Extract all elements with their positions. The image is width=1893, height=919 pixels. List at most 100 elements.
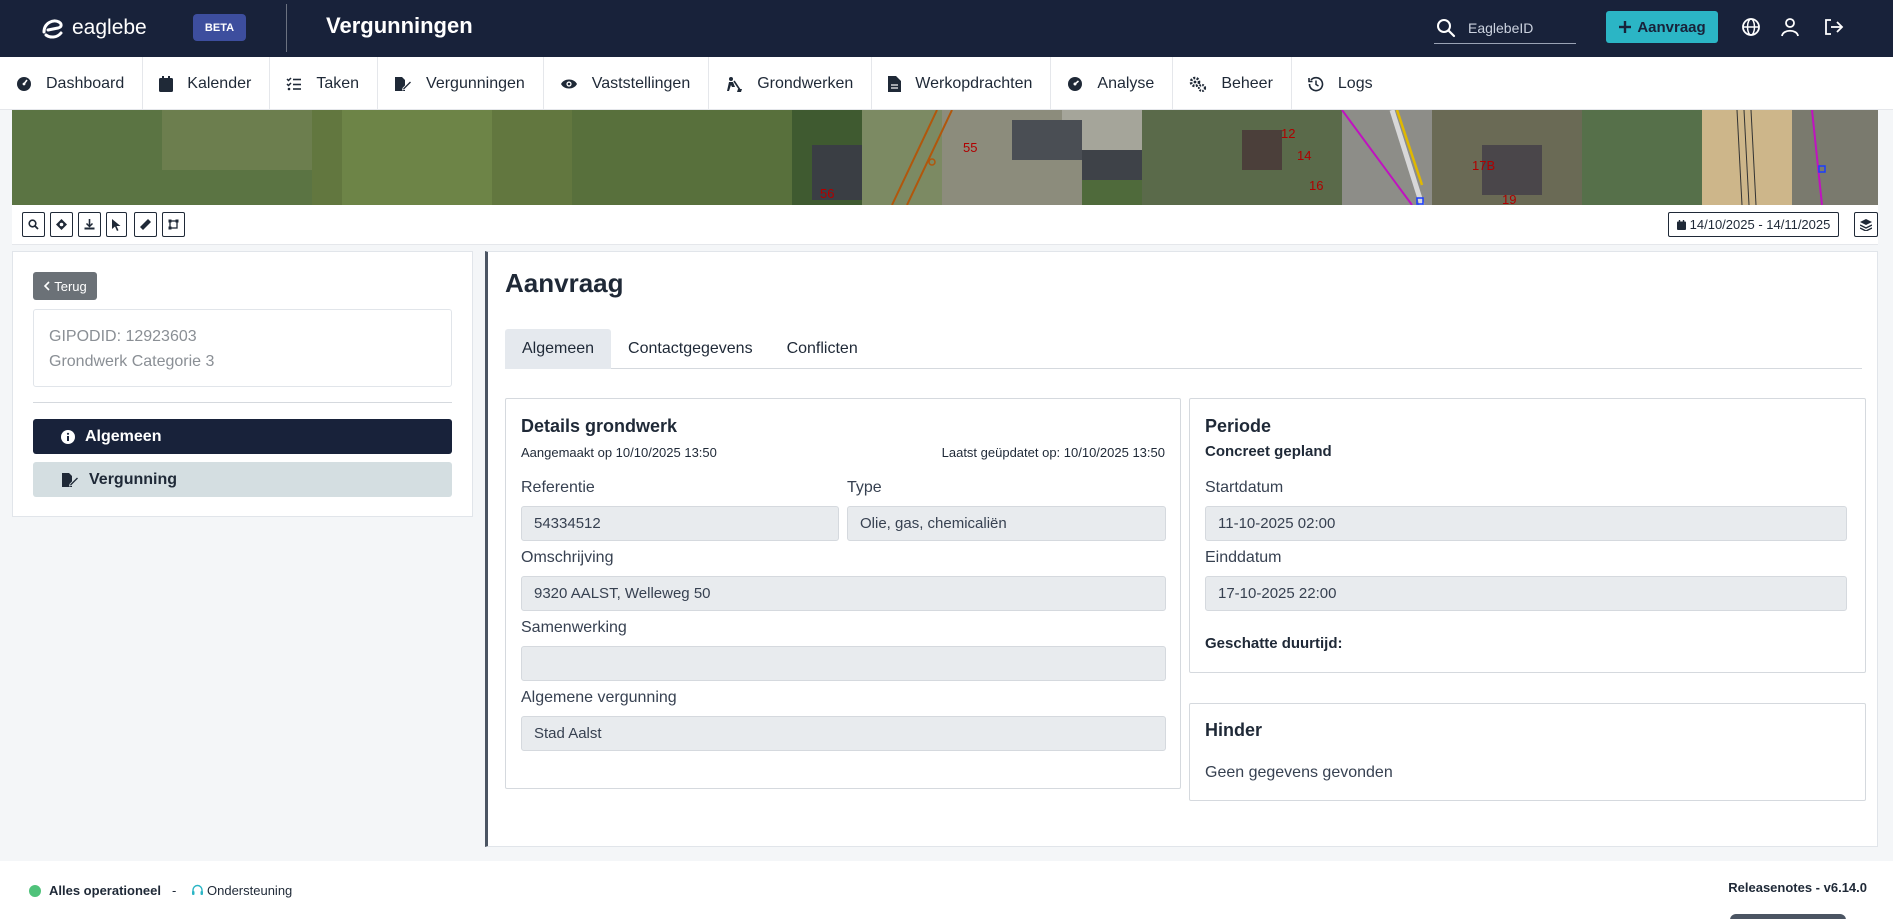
samenwerking-field (521, 646, 1166, 681)
hinder-empty-text: Geen gegevens gevonden (1205, 764, 1393, 781)
cogs-icon (1190, 76, 1207, 92)
nav-item-taken[interactable]: Taken (270, 57, 379, 110)
parcel-label: 12 (1281, 126, 1295, 141)
tab-algemeen[interactable]: Algemeen (505, 329, 612, 369)
new-aanvraag-button[interactable]: Aanvraag (1606, 11, 1718, 43)
search-icon (28, 219, 39, 230)
side-item-label: Vergunning (89, 470, 177, 488)
parcel-label: 14 (1297, 148, 1311, 163)
side-item-algemeen[interactable]: Algemeen (33, 419, 452, 454)
nav-item-label: Taken (316, 74, 360, 92)
header-divider (286, 4, 287, 52)
locate-icon (56, 219, 67, 230)
release-notes-link[interactable]: Releasenotes - v6.14.0 (1728, 880, 1867, 895)
footer-separator: - (172, 883, 177, 898)
referentie-field: 54334512 (521, 506, 839, 541)
tab-contactgegevens[interactable]: Contactgegevens (611, 329, 770, 369)
work-category: Grondwerk Categorie 3 (49, 353, 215, 370)
nav-item-label: Beheer (1221, 74, 1273, 92)
nav-item-dashboard[interactable]: Dashboard (0, 57, 144, 110)
headset-icon (192, 884, 203, 895)
nav-item-werkopdrachten[interactable]: Werkopdrachten (872, 57, 1052, 110)
eaglebe-logo[interactable]: eaglebe (40, 15, 147, 41)
status-indicator (29, 885, 41, 897)
map-draw-button[interactable] (162, 212, 185, 237)
created-timestamp: Aangemaakt op 10/10/2025 13:50 (521, 445, 717, 460)
map-download-button[interactable] (78, 212, 101, 237)
parcel-label: 19 (1502, 192, 1516, 205)
nav-item-label: Grondwerken (757, 74, 854, 92)
eye-icon (560, 79, 577, 88)
page-title: Aanvraag (505, 268, 624, 298)
parcel-label: 17B (1472, 158, 1495, 173)
omschrijving-field: 9320 AALST, Welleweg 50 (521, 576, 1166, 611)
nav-item-grondwerken[interactable]: Grondwerken (709, 57, 873, 110)
hinder-title: Hinder (1205, 720, 1263, 740)
nav-item-kalender[interactable]: Kalender (143, 57, 271, 110)
date-range-label: 14/10/2025 - 14/11/2025 (1689, 217, 1831, 232)
einddatum-label: Einddatum (1205, 549, 1282, 566)
nav-item-label: Dashboard (46, 74, 125, 92)
user-icon[interactable] (1779, 16, 1801, 38)
nav-item-vaststellingen[interactable]: Vaststellingen (544, 57, 710, 110)
permit-icon (62, 472, 79, 487)
periode-title: Periode (1205, 416, 1272, 436)
eaglebe-logo-icon (42, 19, 63, 39)
search-input[interactable] (1468, 19, 1568, 36)
tab-bar: Algemeen Contactgegevens Conflicten (505, 329, 1862, 369)
history-icon (1308, 76, 1324, 91)
info-icon (61, 429, 75, 444)
nav-item-label: Werkopdrachten (915, 74, 1033, 92)
startdatum-field: 11-10-2025 02:00 (1205, 506, 1847, 541)
nav-item-logs[interactable]: Logs (1292, 57, 1391, 110)
back-button[interactable]: Terug (33, 272, 97, 300)
details-title: Details grondwerk (521, 416, 678, 436)
search-icon[interactable] (1436, 18, 1456, 38)
ruler-icon (140, 219, 151, 230)
type-label: Type (847, 479, 882, 496)
aerial-map: 55 56 12 14 16 17B 19 (12, 110, 1878, 205)
map-search-button[interactable] (22, 212, 45, 237)
map-select-button[interactable] (106, 212, 127, 237)
side-item-label: Algemeen (85, 427, 162, 445)
search-box (1434, 12, 1576, 44)
main-nav: Dashboard Kalender Taken Vergunningen Va… (0, 57, 1893, 110)
calendar-icon (1676, 219, 1686, 230)
download-icon (84, 219, 95, 230)
new-aanvraag-label: Aanvraag (1637, 18, 1706, 36)
calendar-icon (159, 75, 174, 92)
analysis-icon (1068, 76, 1083, 91)
nav-item-analyse[interactable]: Analyse (1051, 57, 1174, 110)
map-measure-button[interactable] (134, 212, 157, 237)
map-toolbar: 14/10/2025 - 14/11/2025 (12, 205, 1878, 245)
periode-card: Periode Concreet gepland Startdatum 11-1… (1189, 398, 1866, 673)
parcel-label: 16 (1309, 178, 1323, 193)
date-range-button[interactable]: 14/10/2025 - 14/11/2025 (1668, 212, 1839, 237)
gipod-id: GIPODID: 12923603 (49, 328, 197, 345)
periode-subtitle: Concreet gepland (1205, 443, 1332, 460)
side-item-vergunning[interactable]: Vergunning (33, 462, 452, 497)
system-status[interactable]: Alles operationeel (49, 883, 161, 898)
nav-item-beheer[interactable]: Beheer (1173, 57, 1292, 110)
map-locate-button[interactable] (50, 212, 73, 237)
startdatum-label: Startdatum (1205, 479, 1284, 496)
permit-icon (395, 76, 413, 91)
floating-tab[interactable] (1730, 914, 1846, 919)
map-view[interactable]: 55 56 12 14 16 17B 19 (12, 110, 1878, 205)
logout-icon[interactable] (1823, 16, 1845, 38)
vergunning-label: Algemene vergunning (521, 689, 677, 706)
tab-conflicten[interactable]: Conflicten (770, 329, 875, 369)
beta-badge: BETA (193, 14, 246, 41)
polygon-icon (168, 219, 179, 230)
language-globe-icon[interactable] (1740, 16, 1762, 38)
left-panel: Terug GIPODID: 12923603 Grondwerk Catego… (12, 251, 473, 517)
support-link[interactable]: Ondersteuning (191, 883, 292, 898)
map-layers-button[interactable] (1854, 212, 1878, 237)
nav-item-label: Logs (1337, 74, 1373, 92)
divider (33, 402, 452, 403)
support-label: Ondersteuning (207, 883, 293, 898)
parcel-label: 56 (820, 186, 834, 201)
back-button-label: Terug (54, 278, 87, 294)
nav-item-vergunningen[interactable]: Vergunningen (378, 57, 544, 110)
details-card: Details grondwerk Aangemaakt op 10/10/20… (505, 398, 1181, 789)
